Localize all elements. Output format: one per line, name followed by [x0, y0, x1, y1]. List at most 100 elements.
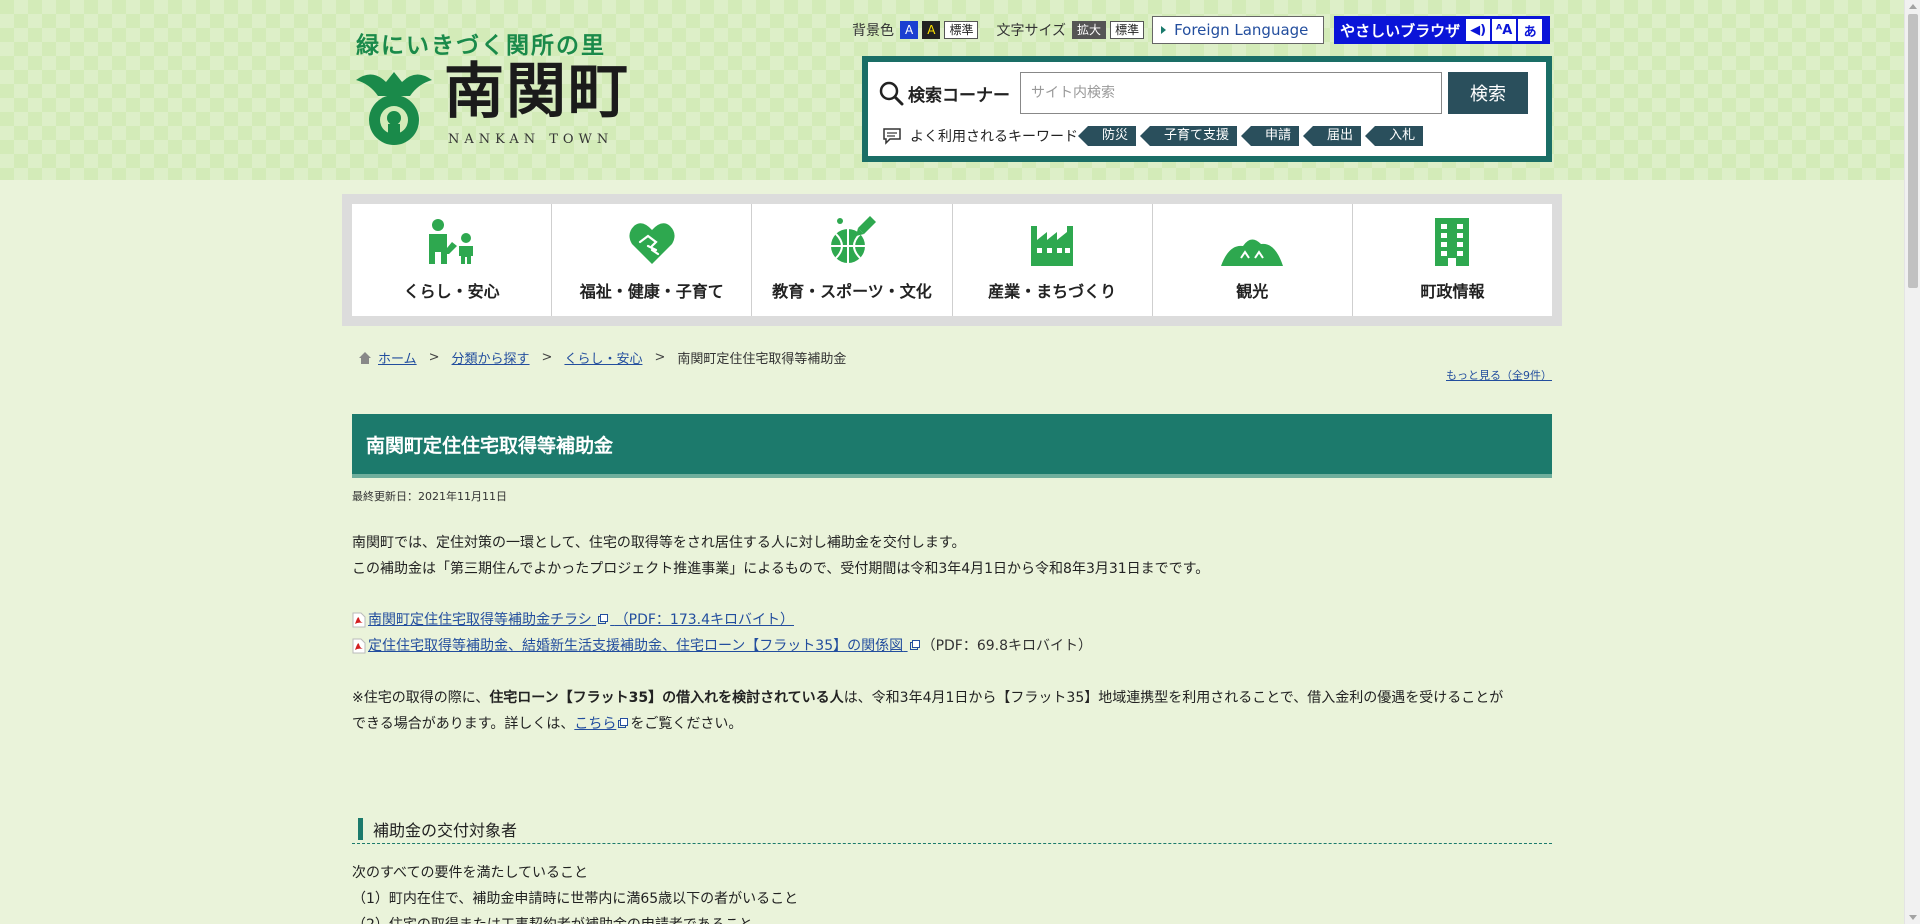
external-window-icon	[598, 614, 609, 624]
page-title-bar: 南関町定住住宅取得等補助金	[352, 414, 1552, 478]
nav-label: 教育・スポーツ・文化	[772, 282, 932, 301]
intro-paragraph: 南関町では、定住対策の一環として、住宅の取得等をされ居住する人に対し補助金を交付…	[352, 530, 1209, 582]
intro-line: この補助金は「第三期住んでよかったプロジェクト推進事業」によるもので、受付期間は…	[352, 561, 1210, 577]
popular-keywords: よく利用されるキーワード 防災 子育て支援 申請 届出 入札	[882, 126, 1437, 146]
site-header: 緑にいきづく関所の里 南関町 NANKAN TOWN 背景色 A A 標準 文字…	[0, 0, 1904, 180]
triangle-right-icon	[1161, 26, 1167, 34]
keyword-tag[interactable]: 申請	[1241, 126, 1300, 146]
town-roman-name: NANKAN TOWN	[448, 132, 614, 147]
search-row: 検索コーナー 検索	[878, 72, 1528, 114]
breadcrumb-current: 南関町定住住宅取得等補助金	[677, 352, 847, 367]
building-icon	[1435, 218, 1470, 266]
note-line2-suffix: をご覧ください。	[630, 716, 743, 732]
file-link-diagram[interactable]: 定住住宅取得等補助金、結婚新生活支援補助金、住宅ローン【フラット35】の関係図	[368, 633, 922, 659]
yasashii-browser-button[interactable]: やさしいブラウザ ◀) ᴬA あ	[1334, 16, 1551, 44]
yasashii-icons: ◀) ᴬA あ	[1466, 19, 1543, 41]
last-updated: 最終更新日：2021年11月11日	[352, 490, 507, 503]
requirement-item: （1）町内在住で、補助金申請時に世帯内に満65歳以下の者がいること	[352, 891, 799, 907]
keyword-tag[interactable]: 防災	[1077, 126, 1137, 146]
file-list: 南関町定住住宅取得等補助金チラシ （PDF：173.4キロバイト） 定住住宅取得…	[352, 607, 1092, 659]
breadcrumb-separator: >	[654, 350, 666, 365]
search-corner: 検索コーナー 検索 よく利用されるキーワード 防災 子育て支援 申請 届出 入札	[862, 56, 1552, 162]
file-link-text: 南関町定住住宅取得等補助金チラシ	[368, 612, 592, 628]
heart-handshake-icon	[629, 223, 675, 264]
nav-item-chosei[interactable]: 町政情報	[1353, 204, 1552, 316]
search-title: 検索コーナー	[878, 80, 1020, 106]
ball-pen-icon	[830, 216, 876, 263]
family-icon	[428, 219, 473, 264]
nav-label: 産業・まちづくり	[988, 282, 1117, 301]
vertical-scrollbar[interactable]	[1904, 0, 1920, 924]
text-size-icon: ᴬA	[1492, 19, 1517, 41]
home-icon	[359, 351, 371, 364]
yasashii-browser-label: やさしいブラウザ	[1340, 21, 1461, 40]
nav-item-kurashi[interactable]: くらし・安心	[352, 204, 553, 316]
bg-color-default-button[interactable]: 標準	[944, 21, 979, 39]
scroll-down-icon[interactable]	[1909, 915, 1917, 920]
requirement-item: （2）住宅の取得または工事契約者が補助金の申請者であること	[352, 912, 798, 924]
nav-item-kanko[interactable]: 観光	[1153, 204, 1353, 316]
site-logo[interactable]: 緑にいきづく関所の里 南関町 NANKAN TOWN	[352, 26, 628, 150]
logo-tagline: 緑にいきづく関所の里	[356, 33, 606, 59]
factory-icon	[1031, 226, 1074, 266]
flat35-note: ※住宅の取得の際に、住宅ローン【フラット35】の借入れを検討されている人は、令和…	[352, 685, 1503, 737]
keyword-tag[interactable]: 届出	[1303, 126, 1362, 146]
requirements-lead: 次のすべての要件を満たしていること	[352, 865, 589, 881]
font-size-enlarge-button[interactable]: 拡大	[1072, 21, 1107, 39]
note-prefix: ※住宅の取得の際に、	[352, 690, 490, 706]
nav-label: 観光	[1236, 282, 1269, 301]
file-item: 定住住宅取得等補助金、結婚新生活支援補助金、住宅ローン【フラット35】の関係図 …	[352, 633, 1092, 659]
speaker-icon: ◀)	[1466, 19, 1491, 41]
search-button[interactable]: 検索	[1448, 72, 1528, 114]
scrollbar-thumb[interactable]	[1908, 14, 1918, 288]
global-nav-inner: くらし・安心 福祉・健康・子育て 教育・スポーツ・文化 産業・まちづくり 観光 …	[352, 204, 1552, 316]
breadcrumb: ホーム > 分類から探す > くらし・安心 > 南関町定住住宅取得等補助金	[358, 348, 846, 367]
hiragana-icon: あ	[1518, 19, 1543, 41]
nav-item-fukushi[interactable]: 福祉・健康・子育て	[552, 204, 753, 316]
nav-item-sangyo[interactable]: 産業・まちづくり	[953, 204, 1153, 316]
file-size: （PDF：69.8キロバイト）	[921, 638, 1093, 654]
foreign-language-label: Foreign Language	[1174, 21, 1309, 39]
keyword-tag[interactable]: 入札	[1365, 126, 1424, 146]
search-icon	[879, 81, 904, 106]
pdf-icon	[352, 638, 366, 654]
external-window-icon	[909, 640, 920, 650]
nav-label: 福祉・健康・子育て	[579, 282, 724, 301]
town-name: 南関町	[444, 57, 630, 127]
nav-label: 町政情報	[1420, 282, 1485, 301]
breadcrumb-home-link[interactable]: ホーム	[378, 348, 417, 367]
breadcrumb-separator: >	[541, 350, 553, 365]
more-link[interactable]: もっと見る（全9件）	[1446, 367, 1552, 383]
mountain-icon	[1221, 239, 1284, 266]
town-emblem-icon	[356, 72, 432, 145]
keywords-label: よく利用されるキーワード	[910, 129, 1078, 145]
requirements: 次のすべての要件を満たしていること （1）町内在住で、補助金申請時に世帯内に満6…	[352, 860, 798, 924]
nav-item-kyoiku[interactable]: 教育・スポーツ・文化	[752, 204, 953, 316]
file-item: 南関町定住住宅取得等補助金チラシ （PDF：173.4キロバイト）	[352, 607, 1092, 633]
bg-color-black-button[interactable]: A	[922, 21, 941, 39]
file-link-flyer[interactable]: 南関町定住住宅取得等補助金チラシ （PDF：173.4キロバイト）	[368, 607, 794, 633]
file-size: （PDF：173.4キロバイト）	[614, 612, 794, 628]
external-window-icon	[618, 718, 629, 728]
note-link[interactable]: こちら	[574, 716, 630, 732]
page-title: 南関町定住住宅取得等補助金	[366, 434, 614, 457]
note-link-text: こちら	[574, 716, 617, 732]
breadcrumb-link[interactable]: 分類から探す	[452, 348, 530, 367]
speech-bubble-icon	[883, 128, 901, 145]
keyword-tag[interactable]: 子育て支援	[1140, 126, 1238, 146]
bg-color-blue-button[interactable]: A	[900, 21, 919, 39]
breadcrumb-link[interactable]: くらし・安心	[564, 348, 642, 367]
scroll-up-icon[interactable]	[1909, 4, 1917, 9]
note-line2-prefix: できる場合があります。詳しくは、	[352, 716, 575, 732]
search-input[interactable]	[1020, 72, 1442, 114]
utility-bar: 背景色 A A 標準 文字サイズ 拡大 標準 Foreign Language …	[852, 16, 1551, 44]
note-bold: 住宅ローン【フラット35】の借入れを検討されている人	[489, 690, 844, 706]
note-line: ※住宅の取得の際に、住宅ローン【フラット35】の借入れを検討されている人は、令和…	[352, 685, 1503, 711]
breadcrumb-separator: >	[428, 350, 440, 365]
page: 緑にいきづく関所の里 南関町 NANKAN TOWN 背景色 A A 標準 文字…	[0, 0, 1920, 924]
foreign-language-button[interactable]: Foreign Language	[1152, 16, 1325, 44]
font-size-default-button[interactable]: 標準	[1110, 21, 1145, 39]
pdf-icon	[352, 612, 366, 628]
section-heading-text: 補助金の交付対象者	[373, 820, 518, 840]
note-line: できる場合があります。詳しくは、こちら をご覧ください。	[352, 711, 1503, 737]
